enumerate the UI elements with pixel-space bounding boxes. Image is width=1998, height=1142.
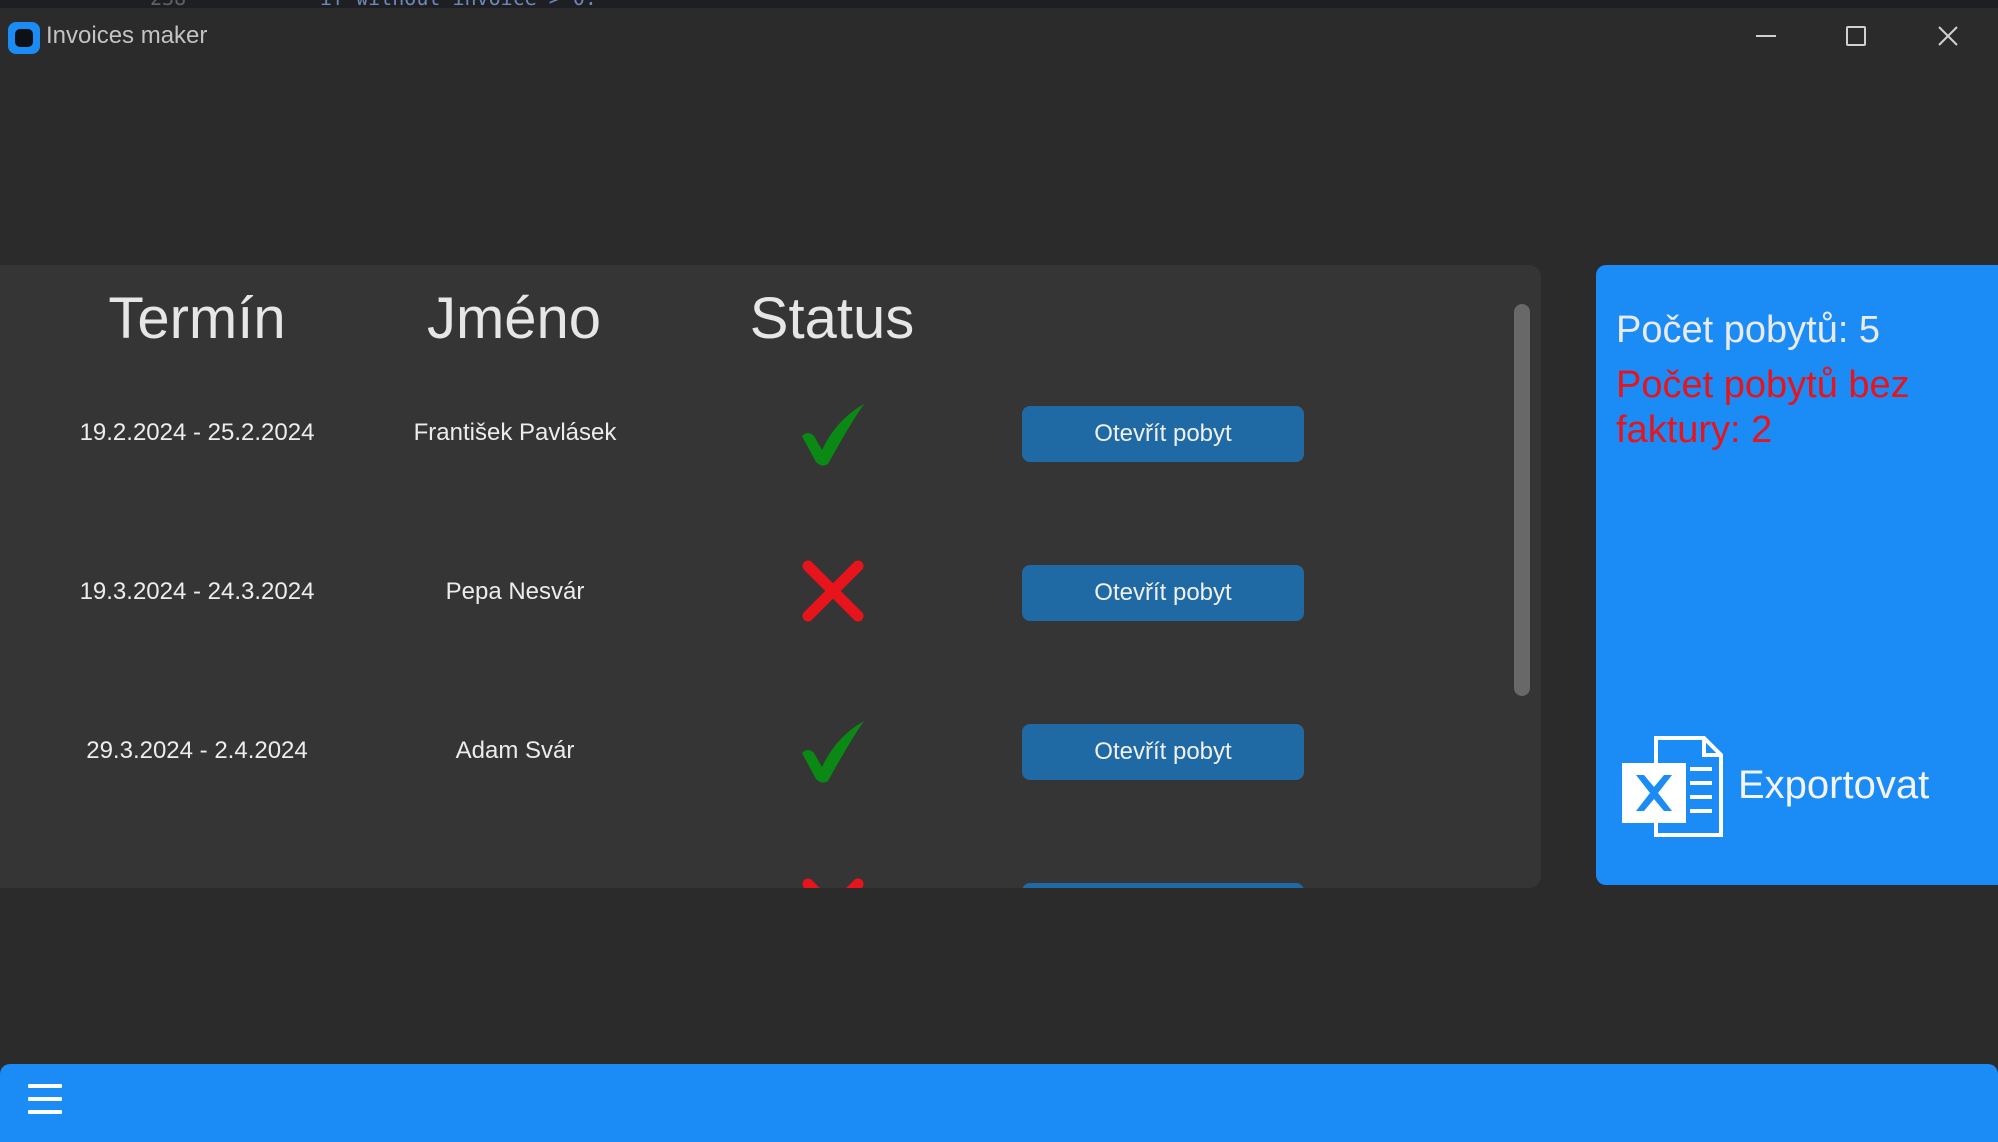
header-date: Termín (108, 286, 286, 351)
app-logo-icon (8, 22, 40, 54)
header-status: Status (749, 286, 915, 351)
minimize-icon (1756, 35, 1776, 37)
row-name: František Pavlásek (413, 419, 617, 446)
row-name: Adam Svár (455, 737, 575, 764)
cross-icon (802, 560, 864, 622)
window-title: Invoices maker (46, 22, 208, 49)
scrollbar-thumb[interactable] (1514, 304, 1530, 696)
app-window: Invoices maker Termín Jméno Status 19.2.… (0, 8, 1998, 1142)
maximize-button[interactable] (1816, 8, 1896, 64)
cross-icon (802, 878, 864, 888)
open-stay-button[interactable]: Otevřít pobyt (1022, 565, 1304, 621)
hamburger-icon[interactable] (28, 1084, 62, 1120)
stays-table[interactable]: Termín Jméno Status 19.2.2024 - 25.2.202… (0, 265, 1541, 888)
open-stay-button[interactable] (1022, 883, 1304, 888)
header-name: Jméno (426, 286, 602, 351)
title-bar[interactable]: Invoices maker (0, 8, 1998, 64)
export-label: Exportovat (1738, 763, 1930, 807)
close-button[interactable] (1908, 8, 1988, 64)
row-name: Pepa Nesvár (445, 578, 585, 605)
open-stay-button[interactable]: Otevřít pobyt (1022, 406, 1304, 462)
background-line-number: 238 (150, 0, 186, 8)
check-icon (802, 721, 864, 783)
stays-count: Počet pobytů: 5 (1616, 309, 1881, 351)
row-date: 19.2.2024 - 25.2.2024 (79, 419, 315, 446)
background-code: if without_invoice > 0: (320, 0, 597, 8)
open-stay-button[interactable]: Otevřít pobyt (1022, 724, 1304, 780)
summary-panel: Počet pobytů: 5 Počet pobytů bez faktury… (1596, 265, 1998, 885)
minimize-button[interactable] (1726, 8, 1806, 64)
close-icon (1938, 26, 1958, 46)
bottom-bar (0, 1064, 1998, 1142)
stays-without-invoice: Počet pobytů bez faktury: 2 (1616, 364, 1910, 451)
maximize-icon (1846, 26, 1866, 46)
excel-icon (1622, 736, 1723, 837)
row-date: 29.3.2024 - 2.4.2024 (86, 737, 308, 764)
background-editor-strip: 238 if without_invoice > 0: (0, 0, 1998, 8)
row-date: 19.3.2024 - 24.3.2024 (79, 578, 315, 605)
check-icon (802, 404, 864, 466)
